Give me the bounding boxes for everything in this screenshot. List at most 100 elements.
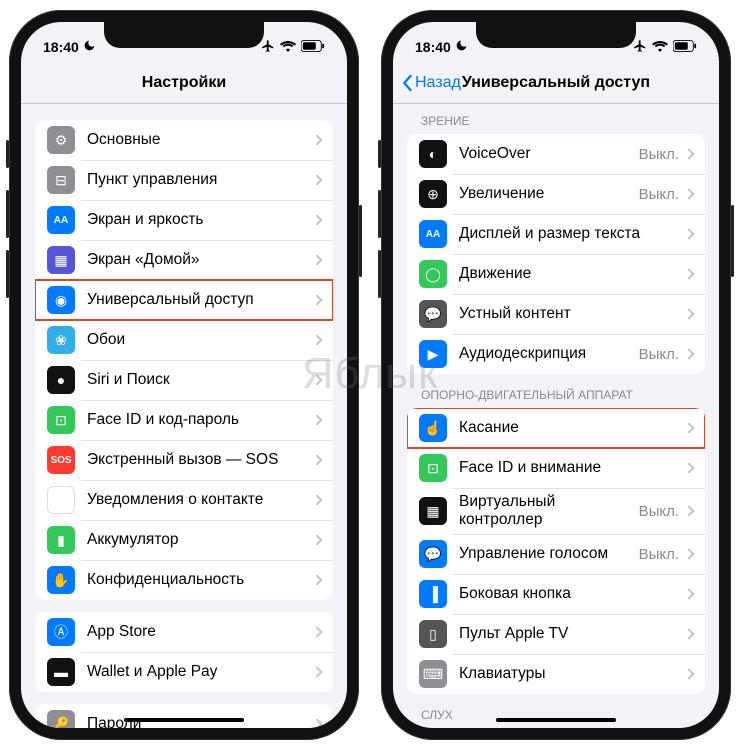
row-label: Касание [459,419,685,437]
zoom-icon: ⊕ [419,180,447,208]
row-detail: Выкл. [639,546,679,563]
row-label: Пульт Apple TV [459,625,685,643]
settings-row[interactable]: ▯Пульт Apple TV [407,614,705,654]
settings-group: 🔑Пароли✉︎Почта [35,704,333,728]
row-label: Face ID и код-пароль [87,411,313,429]
chevron-right-icon [683,422,694,433]
settings-group: ☝ Касание ⊡Face ID и внимание▦Виртуальный … [407,408,705,694]
settings-group: ⚙︎Основные⊟Пункт управленияAAЭкран и ярк… [35,120,333,600]
page-title: Настройки [142,74,226,92]
chevron-right-icon [311,414,322,425]
navbar-accessibility: Назад Универсальный доступ [393,62,719,104]
settings-row[interactable]: ▶АудиодескрипцияВыкл. [407,334,705,374]
row-label: Универсальный доступ [87,291,313,309]
chevron-right-icon [683,228,694,239]
phone-left: 18:40 Настройки ⚙︎Основные⊟Пункт управле… [9,10,359,740]
settings-row[interactable]: ✱Уведомления о контакте [35,480,333,520]
settings-row[interactable]: ▦ Экран «Домой» [35,240,333,280]
row-label: Клавиатуры [459,665,685,683]
settings-row[interactable]: AA Дисплей и размер текста [407,214,705,254]
wallet-icon: ▬ [47,658,75,686]
settings-row[interactable]: ◐VoiceOverВыкл. [407,134,705,174]
touch-icon: ☝ [419,414,447,442]
side-button-icon: ▐ [419,580,447,608]
dnd-moon-icon [455,39,468,55]
chevron-right-icon [683,668,694,679]
chevron-right-icon [311,718,322,728]
siri-icon: ● [47,366,75,394]
home-indicator [124,718,244,722]
chevron-right-icon [683,188,694,199]
chevron-right-icon [683,628,694,639]
settings-row[interactable]: ⚙︎Основные [35,120,333,160]
settings-row[interactable]: ▬Wallet и Apple Pay [35,652,333,692]
settings-group: ◐VoiceOverВыкл.⊕УвеличениеВыкл.AAДисплей… [407,134,705,374]
row-label: Увеличение [459,185,639,203]
status-time: 18:40 [43,39,79,55]
keyboards-icon: ⌨ [419,660,447,688]
sos-icon: SOS [47,446,75,474]
display-text-icon: AA [419,220,447,248]
chevron-right-icon [311,214,322,225]
row-label: Аккумулятор [87,531,313,549]
settings-row[interactable]: ⊡Face ID и внимание [407,448,705,488]
home-screen-icon: ▦ [47,246,75,274]
control-center-icon: ⊟ [47,166,75,194]
accessibility-icon: ◉ [47,286,75,314]
settings-row[interactable]: ⊟Пункт управления [35,160,333,200]
settings-row[interactable]: ⌨ Клавиатуры [407,654,705,694]
row-label: Обои [87,331,313,349]
settings-row[interactable]: ⊡ Face ID и код-пароль [35,400,333,440]
row-label: Дисплей и размер текста [459,225,685,243]
chevron-right-icon [683,548,694,559]
settings-row[interactable]: ❀Обои [35,320,333,360]
row-label: Движение [459,265,685,283]
notch [476,22,636,48]
chevron-right-icon [683,462,694,473]
navbar-settings: Настройки [21,62,347,104]
page-title: Универсальный доступ [462,74,650,92]
display-icon: AA [47,206,75,234]
settings-row[interactable]: ▐ Боковая кнопка [407,574,705,614]
section-header: СЛУХ [393,694,719,728]
settings-row[interactable]: 🔑Пароли [35,704,333,728]
settings-row[interactable]: AAЭкран и яркость [35,200,333,240]
chevron-right-icon [683,308,694,319]
settings-row[interactable]: 💬Устный контент [407,294,705,334]
settings-row[interactable]: ⊕ УвеличениеВыкл. [407,174,705,214]
settings-row[interactable]: ▦Виртуальный контроллерВыкл. [407,488,705,534]
settings-row[interactable]: ◉ Универсальный доступ [35,280,333,320]
chevron-right-icon [683,588,694,599]
settings-row[interactable]: ⒶApp Store [35,612,333,652]
status-time: 18:40 [415,39,451,55]
row-label: Экран «Домой» [87,251,313,269]
back-button[interactable]: Назад [401,62,461,103]
settings-row[interactable]: ▮Аккумулятор [35,520,333,560]
chevron-right-icon [683,268,694,279]
settings-group: ⒶApp Store▬Wallet и Apple Pay [35,612,333,692]
row-label: Управление голосом [459,545,639,563]
wifi-icon [652,39,668,55]
row-detail: Выкл. [639,186,679,203]
settings-row[interactable]: ✋Конфиденциальность [35,560,333,600]
settings-row[interactable]: ●Siri и Поиск [35,360,333,400]
chevron-right-icon [311,374,322,385]
row-detail: Выкл. [639,146,679,163]
row-detail: Выкл. [639,346,679,363]
chevron-right-icon [311,574,322,585]
exposure-icon: ✱ [47,486,75,514]
section-header: ОПОРНО-ДВИГАТЕЛЬНЫЙ АППАРАТ [393,374,719,408]
chevron-right-icon [683,505,694,516]
faceid-attention-icon: ⊡ [419,454,447,482]
chevron-right-icon [311,534,322,545]
row-label: Устный контент [459,305,685,323]
settings-row[interactable]: ☝ Касание [407,408,705,448]
settings-row[interactable]: 💬Управление голосомВыкл. [407,534,705,574]
audio-desc-icon: ▶ [419,340,447,368]
faceid-icon: ⊡ [47,406,75,434]
settings-row[interactable]: SOSЭкстренный вызов — SOS [35,440,333,480]
row-label: Боковая кнопка [459,585,685,603]
settings-row[interactable]: ◯Движение [407,254,705,294]
section-header: ЗРЕНИЕ [393,104,719,134]
passwords-icon: 🔑 [47,710,75,728]
